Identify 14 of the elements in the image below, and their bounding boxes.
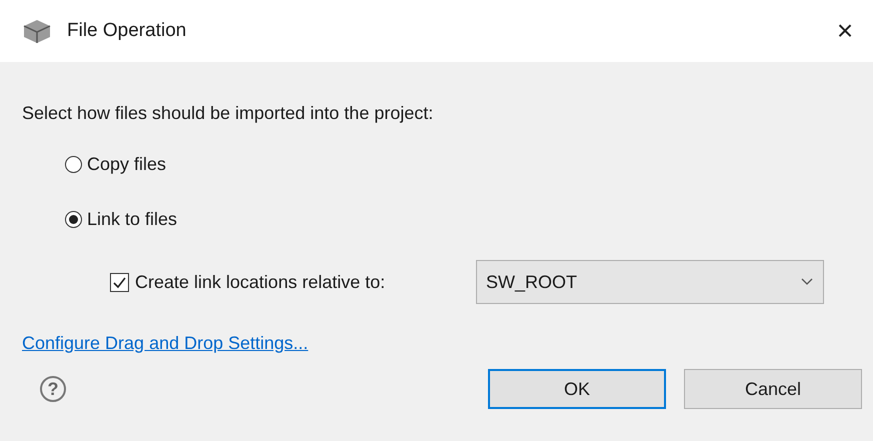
close-button[interactable]: ×: [825, 11, 865, 51]
check-icon: [112, 274, 127, 290]
prompt-text: Select how files should be imported into the project:: [22, 102, 434, 125]
settings-link[interactable]: Configure Drag and Drop Settings...: [22, 330, 308, 357]
relative-checkbox[interactable]: Create link locations relative to:: [110, 268, 476, 296]
help-icon[interactable]: ?: [40, 376, 66, 402]
chevron-down-icon: [801, 278, 813, 286]
location-dropdown[interactable]: SW_ROOT: [476, 260, 824, 304]
cube-icon: [22, 18, 52, 44]
cancel-button[interactable]: Cancel: [684, 369, 862, 409]
radio-option[interactable]: Link to files: [65, 206, 178, 233]
ok-button[interactable]: OK: [488, 369, 666, 409]
window-title: File Operation: [67, 18, 186, 43]
radio-option[interactable]: Copy files: [65, 151, 166, 178]
